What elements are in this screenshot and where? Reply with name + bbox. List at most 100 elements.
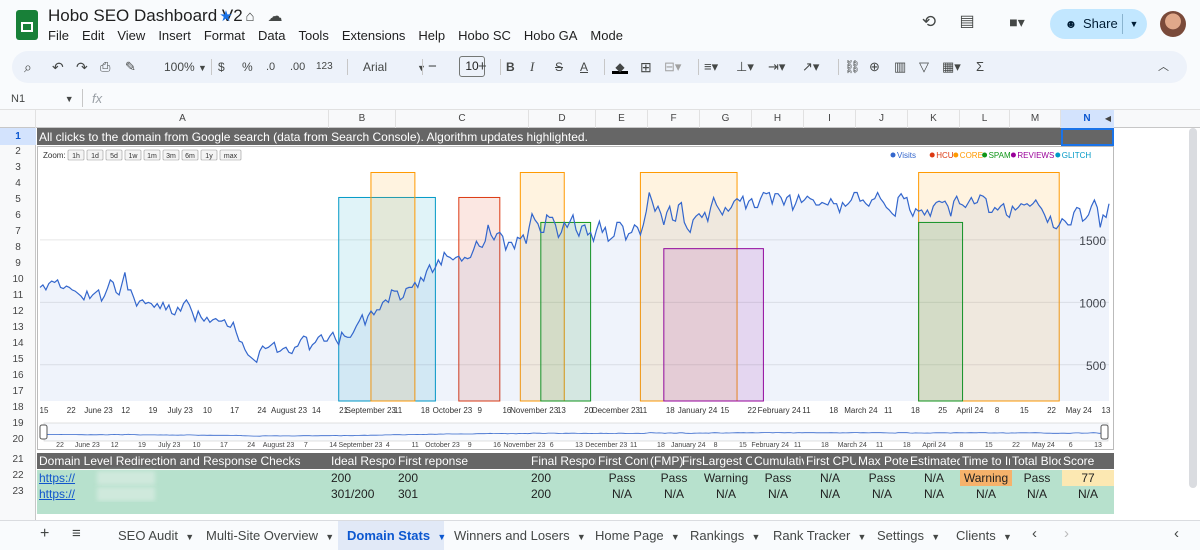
cell-metric[interactable]: N/A [1062,487,1114,501]
sheets-logo-icon[interactable] [16,10,38,40]
cell-metric[interactable]: N/A [908,471,960,485]
row-header[interactable]: 21 [0,454,36,465]
row-header[interactable]: 20 [0,434,36,445]
scroll-tabs-left-icon[interactable]: ‹ [1032,525,1037,542]
insert-chart-icon[interactable]: ▥ [894,58,906,76]
italic-icon[interactable]: I [530,58,534,76]
meet-icon[interactable]: ■▾ [1000,13,1034,31]
menu-edit[interactable]: Edit [82,28,104,44]
url-link[interactable]: https:// [39,487,97,501]
undo-icon[interactable]: ↶ [52,58,64,76]
row-header[interactable]: 9 [0,258,36,269]
row-header[interactable]: 11 [0,290,36,301]
row-header[interactable]: 6 [0,210,36,221]
cell-metric[interactable]: Pass [752,471,804,485]
paint-format-icon[interactable]: ✎ [125,58,136,76]
menu-mode[interactable]: Mode [590,28,623,44]
header-cumulative[interactable]: Cumulativ [754,454,804,468]
scroll-tabs-right-icon[interactable]: › [1064,525,1069,542]
increase-decimal-button[interactable]: .00 [290,58,305,76]
tab-rankings[interactable]: Rankings ▼ [690,528,760,543]
all-sheets-icon[interactable]: ≡ [72,525,81,542]
search-menus-icon[interactable]: ⌕ [24,58,32,76]
decrease-font-size-icon[interactable]: − [428,58,437,76]
vertical-align-icon[interactable]: ⊥▾ [736,58,754,76]
menu-hobo-ga[interactable]: Hobo GA [524,28,577,44]
column-header[interactable]: E [596,110,648,128]
cell-final-response[interactable]: 200 [531,471,571,485]
row-header[interactable]: 2 [0,146,36,157]
comments-icon[interactable]: ▤ [958,13,976,31]
column-header[interactable]: I [804,110,856,128]
increase-font-size-icon[interactable]: + [478,58,487,76]
header-ideal-response[interactable]: Ideal Respons [331,454,396,468]
functions-icon[interactable]: Σ [976,58,984,76]
header-final-response[interactable]: Final Respons [531,454,596,468]
cell-metric[interactable]: Pass [596,471,648,485]
sheet-grid[interactable]: A B C D E F G H I J K L M N ◀ 1 2 3 4 5 … [0,110,1200,520]
row-header[interactable]: 23 [0,486,36,497]
cell-metric[interactable]: N/A [908,487,960,501]
header-largest-contentful[interactable]: Largest Co [702,454,752,468]
tab-clients[interactable]: Clients ▼ [956,528,1012,543]
bold-icon[interactable]: B [506,58,515,76]
row-header[interactable]: 18 [0,402,36,413]
menu-hobo-sc[interactable]: Hobo SC [458,28,511,44]
cell-score[interactable]: 77 [1062,470,1114,486]
menu-file[interactable]: File [48,28,69,44]
cell-metric[interactable]: Pass [856,471,908,485]
text-wrapping-icon[interactable]: ⇥▾ [768,58,785,76]
column-header[interactable]: K [908,110,960,128]
add-sheet-icon[interactable]: + [40,525,49,543]
menu-insert[interactable]: Insert [158,28,191,44]
header-total-blocking[interactable]: Total Block [1012,454,1061,468]
cell-metric[interactable]: N/A [804,487,856,501]
strikethrough-icon[interactable]: S [555,58,563,76]
header-time-to-interactive[interactable]: Time to Int [962,454,1010,468]
text-rotation-icon[interactable]: ↗▾ [802,58,819,76]
cell-metric[interactable]: N/A [596,487,648,501]
menu-format[interactable]: Format [204,28,245,44]
row-header[interactable]: 14 [0,338,36,349]
row-header[interactable]: 4 [0,178,36,189]
star-icon[interactable]: ★ [217,8,235,26]
filter-views-icon[interactable]: ▦▾ [942,58,961,76]
column-header[interactable]: H [752,110,804,128]
menu-extensions[interactable]: Extensions [342,28,406,44]
cell-warning[interactable]: Warning [960,470,1012,486]
filter-icon[interactable]: ▽ [919,58,929,76]
row-header[interactable]: 16 [0,370,36,381]
collapse-toolbar-icon[interactable]: ︿ [1158,58,1169,76]
column-header[interactable]: D [529,110,596,128]
cell-metric[interactable]: Pass [1012,471,1062,485]
cell-final-response[interactable]: 200 [531,487,571,501]
row-header[interactable]: 22 [0,470,36,481]
row-header[interactable]: 7 [0,226,36,237]
cloud-status-icon[interactable]: ☁ [266,8,284,26]
font-select[interactable]: Arial ▼ [363,58,426,76]
share-dropdown-icon[interactable]: ▼ [1125,15,1143,33]
header-first[interactable]: Firs [682,454,704,468]
scrollbar-thumb[interactable] [1189,128,1197,488]
tab-winners-and-losers[interactable]: Winners and Losers ▼ [454,528,586,543]
cell-metric[interactable]: N/A [1012,487,1062,501]
selected-cell-n1[interactable] [1061,128,1114,146]
avatar[interactable] [1160,11,1186,37]
insert-link-icon[interactable]: ⛓ [844,58,861,76]
cell-first-response[interactable]: 301 [398,487,438,501]
row-header[interactable]: 10 [0,274,36,285]
header-first-response[interactable]: First reponse [398,454,529,468]
borders-icon[interactable]: ⊞ [640,58,652,76]
decrease-decimal-button[interactable]: .0 [266,58,275,76]
horizontal-align-icon[interactable]: ≡▾ [704,58,718,76]
side-panel-toggle-icon[interactable]: ‹ [1174,525,1179,542]
name-box[interactable]: N1 ▼ [11,93,74,105]
insert-comment-icon[interactable]: ⊕ [869,58,880,76]
redo-icon[interactable]: ↷ [76,58,88,76]
column-header[interactable]: B [329,110,396,128]
print-icon[interactable]: ⎙ [100,58,110,76]
menu-data[interactable]: Data [258,28,285,44]
cell-metric[interactable]: Pass [648,471,700,485]
row-header[interactable]: 17 [0,386,36,397]
header-score[interactable]: Score [1063,454,1114,468]
